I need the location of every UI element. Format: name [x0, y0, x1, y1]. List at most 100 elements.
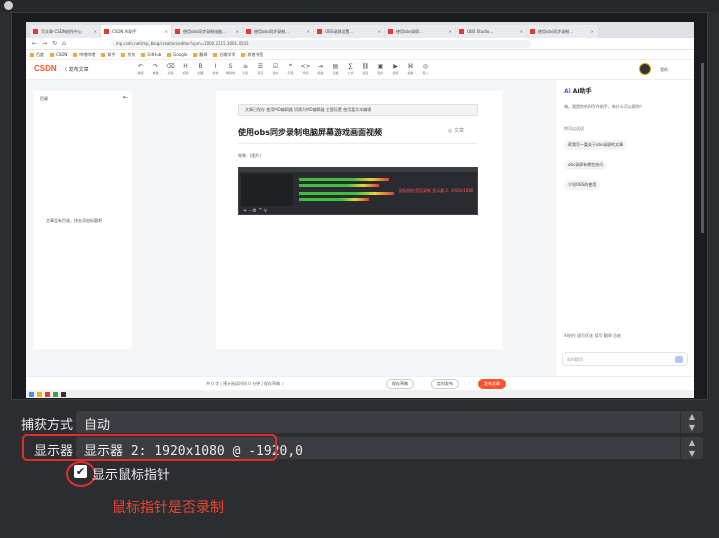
- toolbar-button[interactable]: ↶ 撤销: [134, 63, 147, 75]
- bookmark-item[interactable]: 哔哩哔哩: [73, 52, 95, 58]
- bookmark-label: 知乎: [107, 51, 116, 57]
- browser-tab[interactable]: 使用obs同步录制... ✕: [243, 25, 313, 38]
- bookmark-icon: [167, 52, 172, 57]
- close-icon[interactable]: ✕: [94, 29, 97, 34]
- toolbar-button[interactable]: I 斜体: [209, 63, 222, 75]
- bookmark-label: CSDN: [56, 52, 68, 57]
- show-cursor-checkbox[interactable]: ✔: [74, 465, 87, 478]
- chevron-updown-icon[interactable]: ▲ ▼: [680, 437, 703, 459]
- close-icon[interactable]: ✕: [378, 29, 381, 34]
- tab-favicon-icon: [246, 29, 251, 34]
- bookmark-item[interactable]: 京东: [121, 52, 135, 58]
- tool-label: 导入: [422, 71, 429, 75]
- toolbar-button[interactable]: ≡ 列表: [239, 63, 252, 75]
- capture-method-row: 捕获方式 自动 ▲ ▼: [16, 411, 703, 433]
- assistant-suggestion[interactable]: 介绍OBS的使用: [564, 180, 601, 190]
- capture-method-label: 捕获方式: [20, 418, 73, 433]
- assistant-title: Ai AI助手: [564, 88, 592, 95]
- browser-tab[interactable]: OBS Studio... ✕: [456, 25, 526, 38]
- close-icon[interactable]: ✕: [591, 29, 594, 34]
- close-icon[interactable]: ✕: [307, 29, 310, 34]
- tab-favicon-icon: [104, 29, 109, 34]
- chevron-updown-icon[interactable]: ▲ ▼: [680, 411, 703, 433]
- show-cursor-label[interactable]: 显示鼠标指针: [92, 464, 170, 483]
- bookmark-icon: [101, 52, 106, 57]
- toolbar-button[interactable]: ☑ 待办: [269, 63, 282, 75]
- close-icon[interactable]: ✕: [449, 29, 452, 34]
- account-label: 我的: [660, 67, 668, 72]
- tool-label: 图片: [377, 71, 384, 75]
- toolbar-button[interactable]: ❝ 引用: [284, 63, 297, 75]
- tool-label: 链接: [362, 71, 369, 75]
- browser-tab[interactable]: 写文章-CSDN创作中心 ✕: [30, 25, 100, 38]
- bookmark-item[interactable]: 知乎: [101, 52, 115, 58]
- assistant-icon: Ai: [564, 88, 571, 95]
- browser-tab[interactable]: OBS录屏设置... ✕: [314, 25, 384, 38]
- toolbar-button[interactable]: ▣ 图片: [374, 63, 387, 75]
- source-preview: 写文章-CSDN创作中心 ✕ CSDN AI助手 ✕ 使用obs同步录制电脑... ✕ 使用…: [11, 12, 708, 400]
- browser-tab[interactable]: CSDN AI助手 ✕: [101, 25, 171, 38]
- toolbar-button[interactable]: ☰ 有序: [254, 63, 267, 75]
- browser-tab[interactable]: 使用obs同步录制电脑... ✕: [172, 25, 242, 38]
- tool-label: 删除线: [225, 71, 235, 75]
- tool-icon: ↶: [137, 63, 144, 70]
- save-draft-button[interactable]: 保存草稿: [386, 379, 414, 389]
- capture-method-select[interactable]: 自动: [76, 411, 682, 433]
- preview-scrollbar[interactable]: [701, 63, 704, 233]
- browser-tab[interactable]: 使用obs同步录制... ✕: [527, 25, 597, 38]
- toolbar-button[interactable]: H 标题: [179, 63, 192, 75]
- bookmark-item[interactable]: GitHub: [141, 52, 161, 57]
- bookmark-item[interactable]: 其他书签: [241, 52, 263, 58]
- tool-label: 撤销: [137, 71, 144, 75]
- toolbar-button[interactable]: ▶ 视频: [389, 63, 402, 75]
- taskbar: [26, 390, 694, 398]
- toolbar-button[interactable]: ∑ 公式: [344, 63, 357, 75]
- bookmark-item[interactable]: 谷歌学术: [213, 52, 235, 58]
- app-icon: [4, 1, 13, 10]
- bookmark-label: 百度: [36, 51, 44, 57]
- schedule-button[interactable]: 定时发布: [431, 379, 459, 389]
- bookmark-item[interactable]: CSDN: [50, 52, 67, 57]
- bookmark-item[interactable]: Google: [167, 52, 187, 57]
- tool-icon: ◎: [422, 63, 429, 70]
- highlight-rectangle: [22, 434, 277, 461]
- close-icon[interactable]: ✕: [520, 29, 523, 34]
- tool-icon: ≡: [242, 63, 249, 70]
- toolbar-button[interactable]: ↷ 重做: [149, 63, 162, 75]
- app-icon: [45, 391, 50, 397]
- publish-button[interactable]: 发布文章: [478, 379, 506, 389]
- browser-tab[interactable]: 使用obs录屏... ✕: [385, 25, 455, 38]
- url-field: mp.csdn.net/mp_blog/creation/editor?spm=…: [110, 39, 531, 48]
- window-top-bar: [0, 0, 719, 12]
- assistant-section: 你可以试试: [564, 126, 584, 131]
- toolbar-button[interactable]: ◎ 导入: [419, 63, 432, 75]
- document-paragraph: 效果：(图片): [238, 153, 262, 158]
- assistant-input[interactable]: 向AI提问: [562, 352, 688, 366]
- toolbar-button[interactable]: S 删除线: [224, 63, 237, 75]
- tab-title: 使用obs录屏...: [396, 28, 423, 34]
- toolbar-button[interactable]: ▤ 表格: [329, 63, 342, 75]
- app-icon: [53, 391, 58, 397]
- bookmark-label: 哔哩哔哩: [79, 51, 96, 57]
- assistant-suggestion[interactable]: obs录屏有哪些技巧: [564, 160, 608, 170]
- toolbar-button[interactable]: ⌫ 清除: [164, 63, 177, 75]
- toolbar-button[interactable]: ⛓ 链接: [359, 63, 372, 75]
- bookmark-item[interactable]: 百度: [30, 52, 44, 58]
- toolbar-button[interactable]: B 加粗: [194, 63, 207, 75]
- tool-icon: ❝: [288, 63, 293, 70]
- bookmark-label: 翻译: [199, 51, 208, 57]
- close-icon[interactable]: ✕: [236, 29, 239, 34]
- toolbar-button[interactable]: <> 代码: [299, 63, 312, 75]
- tool-icon: ▶: [393, 63, 398, 70]
- back-label: 〈 发布文章: [62, 67, 89, 73]
- assistant-suggestion[interactable]: 帮我写一篇关于obs录屏的文章: [564, 140, 628, 150]
- toolbar-button[interactable]: ⌘ 模板: [404, 63, 417, 75]
- bookmark-icon: [193, 52, 198, 57]
- send-icon[interactable]: [675, 356, 683, 363]
- tool-label: 有序: [257, 71, 264, 75]
- close-icon[interactable]: ✕: [165, 29, 168, 34]
- tool-label: 视频: [392, 71, 399, 75]
- bookmark-item[interactable]: 翻译: [193, 52, 207, 58]
- toolbar-button[interactable]: ⇥ 缩进: [314, 63, 327, 75]
- tool-label: 表格: [332, 71, 339, 75]
